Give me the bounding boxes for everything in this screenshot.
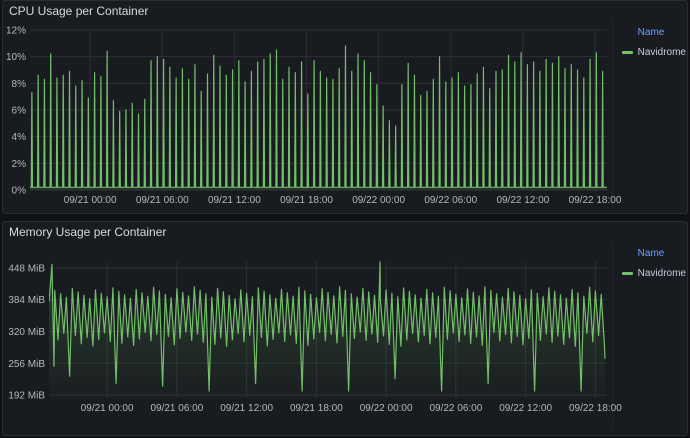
- x-tick-label: 09/21 06:00: [150, 403, 203, 414]
- y-tick-label: 320 MiB: [8, 327, 45, 338]
- x-tick-label: 09/22 00:00: [360, 403, 413, 414]
- y-tick-label: 448 MiB: [8, 263, 45, 274]
- x-tick-label: 09/21 18:00: [290, 403, 343, 414]
- y-tick-label: 384 MiB: [8, 295, 45, 306]
- x-tick-label: 09/22 18:00: [569, 403, 622, 414]
- y-tick-label: 256 MiB: [8, 359, 45, 370]
- y-tick-label: 192 MiB: [8, 391, 45, 402]
- memory-usage-chart[interactable]: 192 MiB 256 MiB 320 MiB 384 MiB 448 MiB 09/21…: [0, 0, 690, 438]
- x-tick-label: 09/21 12:00: [220, 403, 273, 414]
- x-tick-label: 09/21 00:00: [81, 403, 134, 414]
- memory-series-group: [49, 261, 606, 398]
- x-tick-label: 09/22 06:00: [429, 403, 482, 414]
- x-tick-label: 09/22 12:00: [499, 403, 552, 414]
